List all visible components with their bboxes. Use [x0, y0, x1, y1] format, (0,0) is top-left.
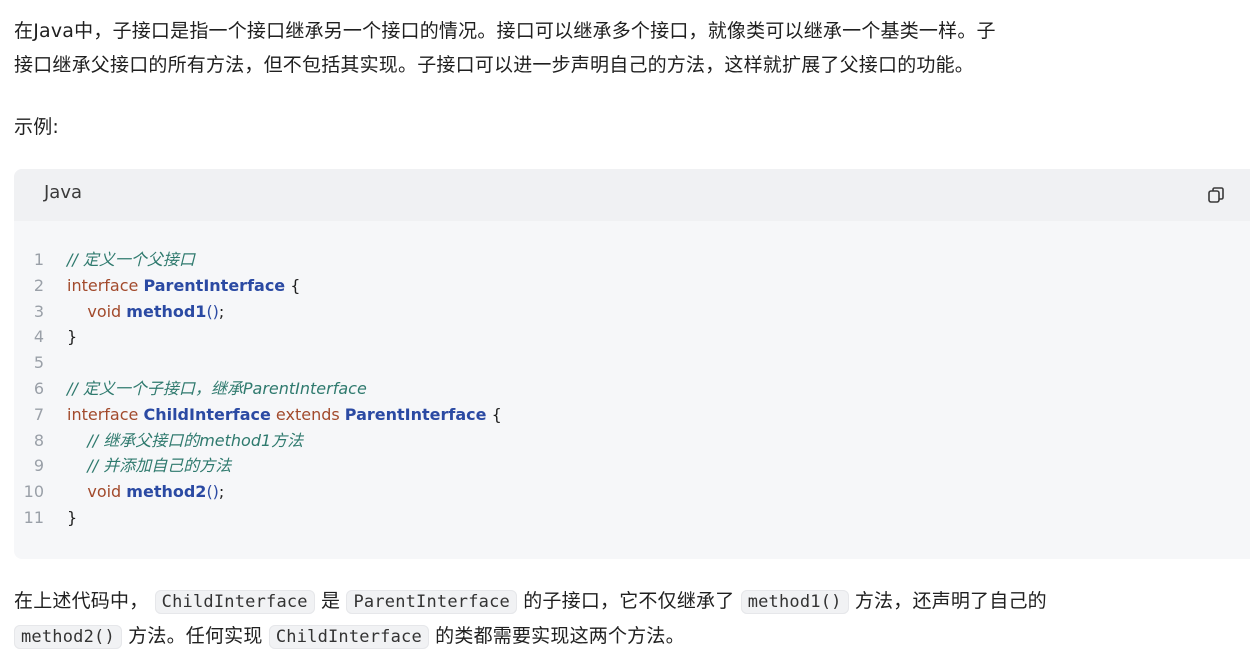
line-number: 11	[23, 507, 44, 527]
code-source: // 定义一个父接口	[67, 247, 195, 273]
code-token: // 继承父接口的method1方法	[67, 430, 304, 450]
code-token: ParentInterface	[344, 404, 487, 424]
code-token: ()	[206, 301, 219, 321]
code-line: 8 // 继承父接口的method1方法	[14, 428, 1250, 454]
code-token: // 并添加自己的方法	[67, 456, 232, 476]
summary-text-3: 的子接口，它不仅继承了	[523, 590, 735, 612]
code-token: ()	[206, 482, 219, 502]
code-line: 9 // 并添加自己的方法	[14, 453, 1250, 479]
code-line: 11}	[14, 505, 1250, 531]
code-token: // 定义一个子接口，继承ParentInterface	[67, 378, 367, 398]
code-line: 6 // 定义一个子接口，继承ParentInterface	[14, 376, 1250, 402]
code-token: ;	[218, 301, 225, 321]
code-source: }	[67, 505, 77, 531]
code-token: extends	[270, 404, 345, 424]
code-block: Java 1 // 定义一个父接口 2 interface ParentInterfa…	[14, 169, 1250, 559]
intro-paragraph: 在Java中，子接口是指一个接口继承另一个接口的情况。接口可以继承多个接口，就像…	[14, 14, 1246, 82]
code-line: 5	[14, 350, 1250, 376]
code-line: 2 interface ParentInterface {	[14, 273, 1250, 299]
code-token: void	[67, 301, 127, 321]
line-number: 7	[33, 404, 44, 424]
code-token: interface	[67, 404, 144, 424]
copy-icon[interactable]	[1206, 185, 1226, 205]
code-token: {	[486, 404, 502, 424]
code-line: 1 // 定义一个父接口	[14, 247, 1250, 273]
line-number: 8	[33, 430, 44, 450]
code-line: 10 void method2();	[14, 479, 1250, 505]
summary-text-5: 方法。任何实现	[128, 625, 263, 647]
summary-text-1: 在上述代码中，	[14, 590, 149, 612]
code-token: ;	[218, 482, 225, 502]
inline-code-parent-interface: ParentInterface	[346, 590, 517, 614]
code-line: 3 void method1();	[14, 299, 1250, 325]
inline-code-method1: method1()	[740, 590, 849, 614]
code-token: ChildInterface	[143, 404, 271, 424]
code-token: // 定义一个父接口	[67, 250, 195, 269]
inline-code-child-interface-2: ChildInterface	[268, 625, 429, 649]
code-token: {	[285, 275, 301, 295]
summary-paragraph: 在上述代码中， ChildInterface 是 ParentInterface…	[14, 584, 1246, 654]
line-number: 5	[33, 353, 44, 373]
code-line: 4}	[14, 324, 1250, 350]
code-source: // 定义一个子接口，继承ParentInterface	[67, 376, 367, 402]
summary-text-6: 的类都需要实现这两个方法。	[435, 625, 685, 647]
intro-line-1: 在Java中，子接口是指一个接口继承另一个接口的情况。接口可以继承多个接口，就像…	[14, 20, 996, 42]
code-line: 7 interface ChildInterface extends Parent…	[14, 402, 1250, 428]
line-number: 10	[23, 482, 44, 502]
code-source: void method2();	[67, 479, 224, 505]
code-token: method1	[126, 301, 207, 321]
summary-text-2: 是	[321, 590, 341, 612]
code-source: }	[67, 324, 77, 350]
code-source: void method1();	[67, 299, 224, 325]
code-source: interface ChildInterface extends ParentI…	[67, 402, 502, 428]
code-block-header: Java	[14, 169, 1250, 221]
summary-text-4: 方法，还声明了自己的	[854, 590, 1047, 612]
inline-code-child-interface: ChildInterface	[154, 590, 315, 614]
code-source: // 继承父接口的method1方法	[67, 428, 303, 454]
code-token: }	[67, 327, 78, 347]
code-source: interface ParentInterface {	[67, 273, 300, 299]
code-lines: 1// 定义一个父接口 2 interface ParentInterface {3…	[14, 247, 1250, 531]
line-number: 6	[33, 378, 44, 398]
inline-code-method2: method2()	[14, 625, 122, 649]
line-number: 1	[33, 250, 44, 269]
code-token: }	[67, 507, 78, 527]
code-token: interface	[67, 275, 144, 295]
code-language-label: Java	[44, 182, 83, 203]
line-number: 3	[33, 301, 44, 321]
example-label: 示例:	[14, 116, 60, 138]
code-token: void	[67, 482, 127, 502]
code-token: ParentInterface	[143, 275, 286, 295]
line-number: 4	[33, 327, 44, 347]
code-token: method2	[126, 482, 207, 502]
line-number: 9	[33, 456, 44, 476]
code-source: // 并添加自己的方法	[67, 453, 231, 479]
line-number: 2	[33, 275, 44, 295]
intro-line-2: 接口继承父接口的所有方法，但不包括其实现。子接口可以进一步声明自己的方法，这样就…	[14, 54, 975, 76]
